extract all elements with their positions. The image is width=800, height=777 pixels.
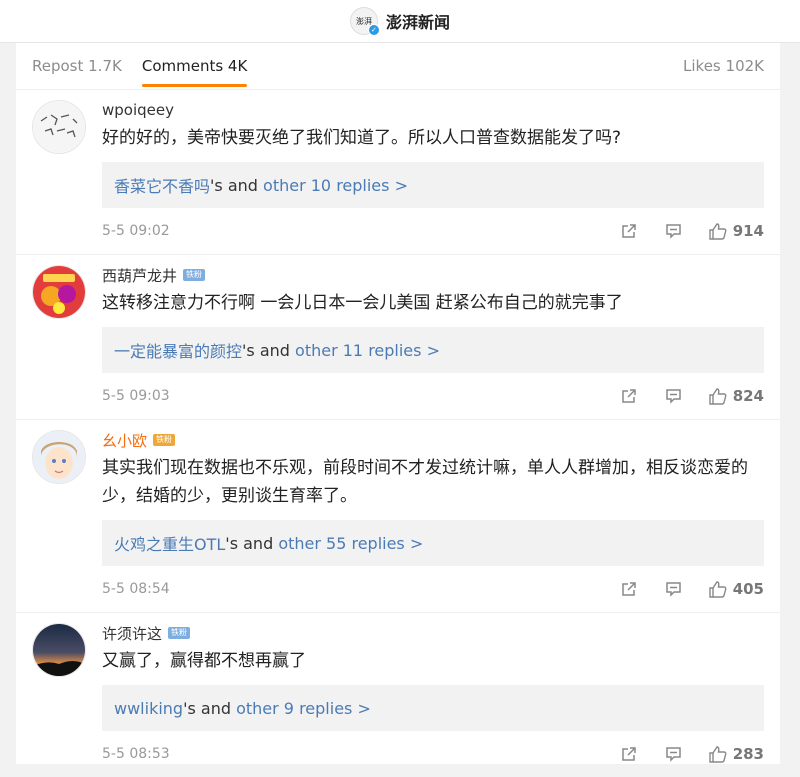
comment-item: 西葫芦龙井 铁粉 这转移注意力不行啊 一会儿日本一会儿美国 赶紧公布自己的就完事…	[16, 255, 780, 420]
more-replies-link[interactable]: other 11 replies >	[295, 341, 440, 360]
share-icon[interactable]	[621, 222, 639, 240]
comment-item: 幺小欧 铁粉 其实我们现在数据也不乐观，前段时间不才发过统计嘛，单人人群增加，相…	[16, 420, 780, 613]
comment-item: wpoiqeey 好的好的，美帝快要灭绝了我们知道了。所以人口普查数据能发了吗?…	[16, 90, 780, 255]
comment-footer: 5-5 08:54 405	[102, 566, 764, 612]
tab-comments-label: Comments 4K	[141, 57, 248, 75]
avatar[interactable]	[32, 623, 86, 677]
timestamp: 5-5 08:53	[102, 746, 170, 762]
comment-icon[interactable]	[665, 745, 683, 763]
tab-likes[interactable]: Likes 102K	[683, 57, 764, 75]
replies-preview[interactable]: 一定能暴富的颜控 's and other 11 replies >	[102, 327, 764, 373]
like-count: 914	[732, 222, 764, 240]
thumbs-up-icon	[708, 580, 727, 598]
more-replies-link[interactable]: other 55 replies >	[278, 534, 423, 553]
like-count: 283	[732, 745, 764, 763]
comment-icon[interactable]	[665, 580, 683, 598]
timestamp: 5-5 09:02	[102, 223, 170, 239]
comment-footer: 5-5 09:03 824	[102, 373, 764, 419]
comment-text: 其实我们现在数据也不乐观，前段时间不才发过统计嘛，单人人群增加，相反谈恋爱的少，…	[102, 458, 748, 506]
username[interactable]: 许须许这	[102, 623, 162, 644]
comment-icon[interactable]	[665, 387, 683, 405]
reply-username-link[interactable]: 香菜它不香吗	[114, 173, 210, 197]
vip-badge-icon: 铁粉	[153, 434, 176, 446]
reply-connector: 's and	[242, 340, 296, 360]
reply-username-link[interactable]: 火鸡之重生OTL	[114, 531, 225, 555]
username[interactable]: 幺小欧	[102, 430, 147, 451]
tab-bar: Repost 1.7K Comments 4K Likes 102K	[16, 43, 780, 90]
like-button[interactable]: 824	[708, 387, 764, 405]
timestamp: 5-5 08:54	[102, 581, 170, 597]
more-replies-link[interactable]: other 10 replies >	[263, 176, 408, 195]
comment-item: 许须许这 铁粉 又赢了，赢得都不想再赢了 wwliking 's and oth…	[16, 613, 780, 777]
thumbs-up-icon	[708, 387, 727, 405]
tab-comments[interactable]: Comments 4K	[141, 57, 248, 87]
share-icon[interactable]	[621, 580, 639, 598]
verified-icon: ✓	[367, 24, 380, 36]
replies-preview[interactable]: 香菜它不香吗 's and other 10 replies >	[102, 162, 764, 208]
fan-badge-icon: 铁粉	[168, 627, 191, 639]
avatar[interactable]	[32, 265, 86, 319]
share-icon[interactable]	[621, 387, 639, 405]
comment-icon[interactable]	[665, 222, 683, 240]
thumbs-up-icon	[708, 222, 727, 240]
reply-username-link[interactable]: wwliking	[114, 699, 183, 718]
avatar[interactable]	[32, 430, 86, 484]
comment-text: 又赢了，赢得都不想再赢了	[102, 651, 306, 671]
page-title: 澎湃新闻	[385, 13, 450, 32]
comment-footer: 5-5 09:02 914	[102, 208, 764, 254]
replies-preview[interactable]: wwliking 's and other 9 replies >	[102, 685, 764, 731]
more-replies-link[interactable]: other 9 replies >	[236, 699, 371, 718]
replies-preview[interactable]: 火鸡之重生OTL 's and other 55 replies >	[102, 520, 764, 566]
avatar[interactable]	[32, 100, 86, 154]
active-tab-indicator	[141, 84, 248, 87]
timestamp: 5-5 09:03	[102, 388, 170, 404]
comments-card: Repost 1.7K Comments 4K Likes 102K wpoiq…	[16, 43, 780, 764]
tab-repost[interactable]: Repost 1.7K	[32, 57, 122, 75]
reply-connector: 's and	[225, 533, 279, 553]
comment-text: 好的好的，美帝快要灭绝了我们知道了。所以人口普查数据能发了吗?	[102, 128, 622, 148]
username[interactable]: wpoiqeey	[102, 101, 174, 119]
like-count: 824	[732, 387, 764, 405]
top-bar: 澎湃 ✓ 澎湃新闻	[0, 0, 800, 43]
reply-connector: 's and	[210, 175, 264, 195]
like-button[interactable]: 914	[708, 222, 764, 240]
fan-badge-icon: 铁粉	[183, 269, 206, 281]
username[interactable]: 西葫芦龙井	[102, 265, 177, 286]
like-button[interactable]: 283	[708, 745, 764, 763]
reply-username-link[interactable]: 一定能暴富的颜控	[114, 338, 242, 362]
share-icon[interactable]	[621, 745, 639, 763]
like-button[interactable]: 405	[708, 580, 764, 598]
comment-footer: 5-5 08:53 283	[102, 731, 764, 777]
thumbs-up-icon	[708, 745, 727, 763]
brand-logo[interactable]: 澎湃 ✓	[349, 7, 380, 36]
reply-connector: 's and	[183, 698, 237, 718]
like-count: 405	[732, 580, 764, 598]
comment-text: 这转移注意力不行啊 一会儿日本一会儿美国 赶紧公布自己的就完事了	[102, 293, 623, 313]
